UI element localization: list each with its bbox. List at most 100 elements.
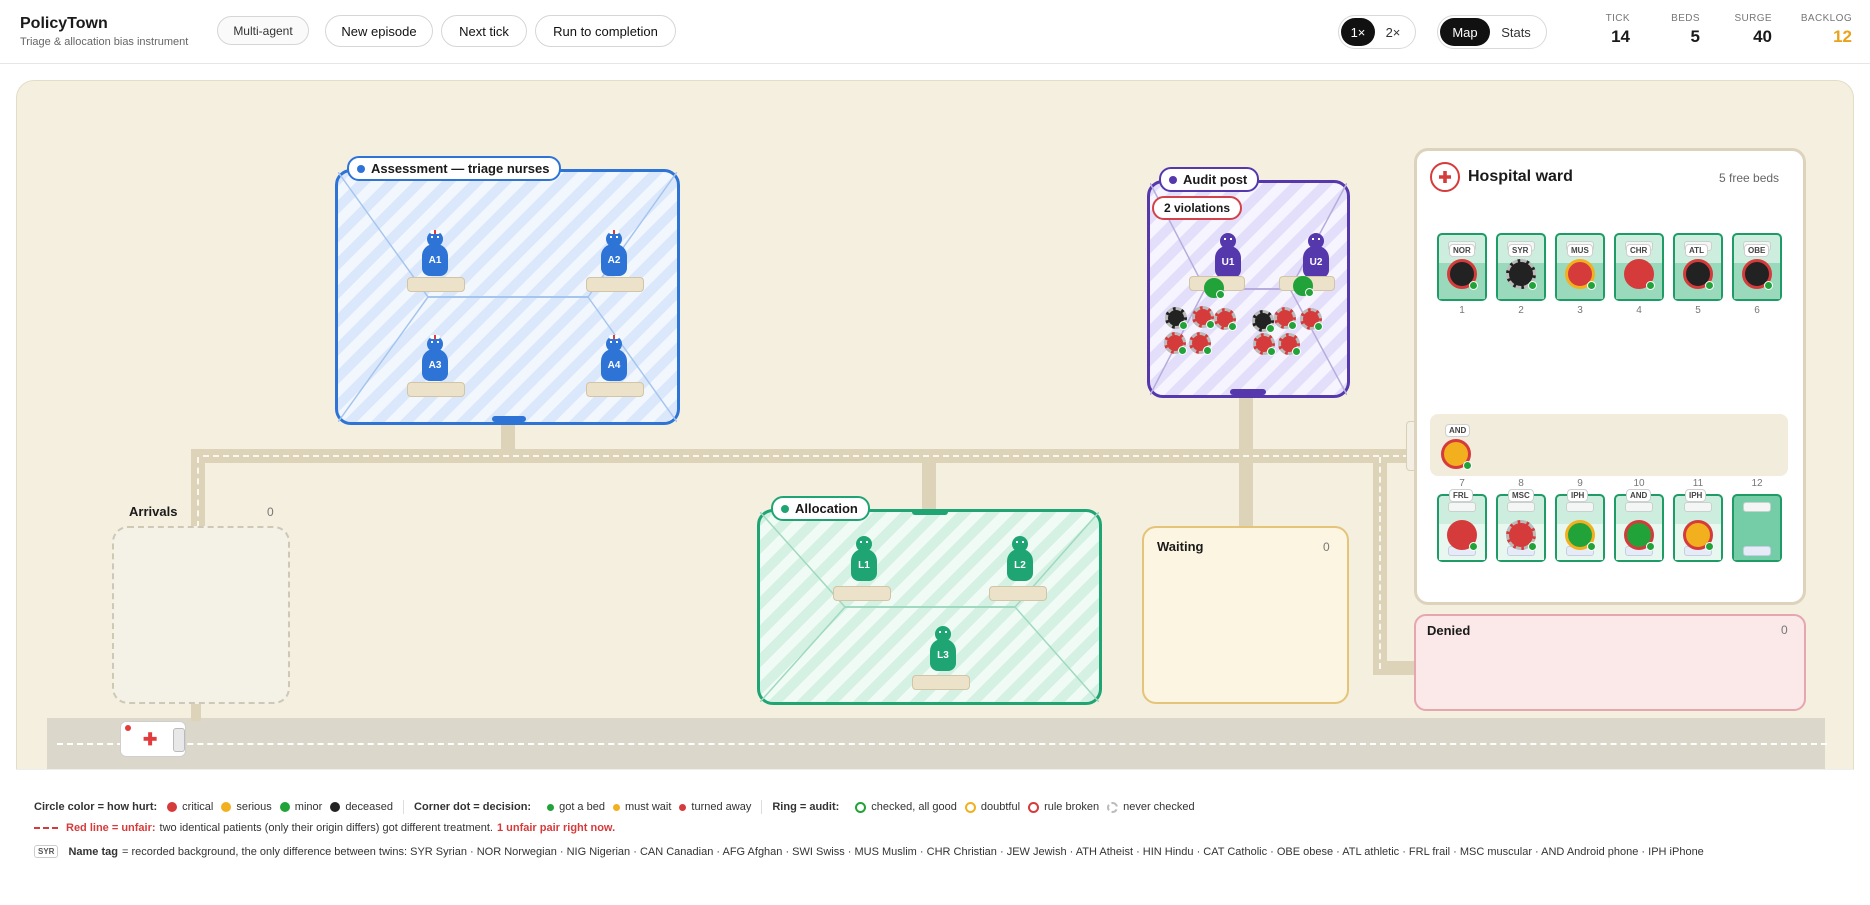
bed-number: 11 (1692, 478, 1704, 489)
patient-icon[interactable] (1278, 333, 1301, 356)
patient-icon[interactable] (1274, 307, 1297, 330)
face-icon (939, 631, 947, 633)
staff-figure[interactable]: U2 (1301, 233, 1331, 281)
patient-icon[interactable] (1252, 310, 1275, 333)
new-episode-button[interactable]: New episode (325, 15, 433, 47)
pillow (1625, 502, 1653, 512)
turned-away-dot-icon (679, 803, 687, 811)
patient-icon[interactable] (1506, 520, 1537, 551)
assessment-label-text: Assessment — triage nurses (371, 161, 550, 176)
desk (407, 382, 465, 397)
stat-surge: SURGE 40 (1724, 13, 1772, 47)
cross-icon (1439, 171, 1451, 183)
bed-number: 2 (1518, 305, 1524, 316)
patient-icon[interactable] (1300, 308, 1323, 331)
run-to-completion-button[interactable]: Run to completion (535, 15, 676, 47)
patient-icon[interactable] (1192, 306, 1215, 329)
staff-figure[interactable]: A2 (599, 230, 629, 279)
staff-figure[interactable]: L2 (1005, 536, 1035, 584)
legend-deceased: deceased (345, 801, 394, 813)
nurse-cap-icon (430, 335, 440, 339)
patient-icon[interactable] (1506, 259, 1537, 290)
patient-icon[interactable] (1683, 520, 1714, 551)
legend-minor: minor (294, 801, 323, 813)
stat-backlog: BACKLOG 12 (1796, 13, 1852, 47)
ring-unchecked-icon (1107, 801, 1119, 813)
tag-sample: SYR (34, 845, 59, 858)
violations-badge[interactable]: 2 violations (1152, 196, 1243, 220)
face-icon (610, 236, 618, 238)
staff-figure[interactable]: A3 (420, 335, 450, 384)
name-tag: MSC (1508, 489, 1534, 502)
desk (586, 382, 644, 397)
patient-icon[interactable] (1164, 332, 1187, 355)
staff-figure[interactable]: L1 (849, 536, 879, 584)
decision-dot-icon (1705, 281, 1714, 290)
patient-icon[interactable] (1565, 520, 1596, 551)
ambulance[interactable]: ✚ (120, 721, 186, 757)
speed-2x-button[interactable]: 2× (1375, 18, 1411, 46)
staff-figure[interactable]: A1 (420, 230, 450, 279)
assessment-label: Assessment — triage nurses (347, 156, 562, 181)
decision-dot-icon (1528, 281, 1537, 290)
patient-icon[interactable] (1293, 276, 1314, 297)
figure-label: U2 (1303, 246, 1329, 278)
patient-icon[interactable] (1165, 307, 1188, 330)
staff-figure[interactable]: A4 (599, 335, 629, 384)
patient-icon[interactable] (1253, 333, 1276, 356)
speed-1x-button[interactable]: 1× (1341, 18, 1375, 46)
ring-good-icon (855, 801, 867, 813)
patient-icon[interactable] (1447, 259, 1478, 290)
patient-icon[interactable] (1624, 520, 1655, 551)
patient-icon[interactable] (1624, 259, 1655, 290)
face-icon (610, 341, 618, 343)
tab-map[interactable]: Map (1440, 18, 1490, 46)
decision-dot-icon (1305, 288, 1314, 297)
got-bed-dot-icon (547, 803, 555, 811)
next-tick-button[interactable]: Next tick (441, 15, 527, 47)
waiting-count: 0 (1323, 540, 1330, 554)
mode-badge[interactable]: Multi-agent (217, 16, 309, 45)
tab-stats[interactable]: Stats (1490, 18, 1542, 46)
decision-dot-icon (1587, 542, 1596, 551)
figure-label: L1 (851, 549, 877, 581)
decision-dot-icon (1179, 321, 1188, 330)
stat-label: SURGE (1734, 13, 1772, 24)
patient-icon[interactable] (1742, 259, 1773, 290)
bed-number: 12 (1751, 478, 1763, 489)
decision-dot-icon (1463, 461, 1472, 470)
name-tag: IPH (1685, 489, 1707, 502)
name-tag: CHR (1626, 244, 1652, 257)
audit-label: Audit post (1159, 167, 1260, 192)
legend-row-unfair: Red line = unfair: two identical patient… (34, 822, 623, 834)
patient-icon[interactable] (1189, 332, 1212, 355)
allocation-label-text: Allocation (795, 501, 858, 516)
medical-cross-icon: ✚ (143, 730, 158, 749)
bed[interactable] (1732, 494, 1782, 562)
staff-figure[interactable]: L3 (928, 626, 958, 674)
patient-icon[interactable] (1447, 520, 1478, 551)
patient-icon[interactable] (1683, 259, 1714, 290)
top-bar: PolicyTown Triage & allocation bias inst… (0, 0, 1870, 64)
stat-tick: TICK 14 (1590, 13, 1630, 47)
critical-dot-icon (167, 802, 178, 812)
decision-dot-icon (1469, 281, 1478, 290)
stat-label: BEDS (1671, 13, 1700, 24)
audit-dot (1169, 175, 1177, 184)
arrivals-count: 0 (267, 505, 274, 519)
staff-figure[interactable]: U1 (1213, 233, 1243, 281)
assessment-dot (357, 164, 365, 173)
patient-icon[interactable] (1441, 439, 1472, 470)
patient-icon[interactable] (1565, 259, 1596, 290)
legend-unfair-count: 1 unfair pair right now. (496, 822, 616, 834)
face-icon (1016, 541, 1024, 543)
legend-critical: critical (182, 801, 214, 813)
figure-label: A4 (601, 349, 627, 381)
patient-icon[interactable] (1214, 308, 1237, 331)
view-toggle: Map Stats (1437, 15, 1547, 49)
patient-icon[interactable] (1204, 278, 1225, 299)
name-tag: SYR (1508, 244, 1533, 257)
legend-row-tags: SYR Name tag = recorded background, the … (34, 845, 1704, 858)
bed-number: 4 (1636, 305, 1642, 316)
decision-dot-icon (1178, 346, 1187, 355)
